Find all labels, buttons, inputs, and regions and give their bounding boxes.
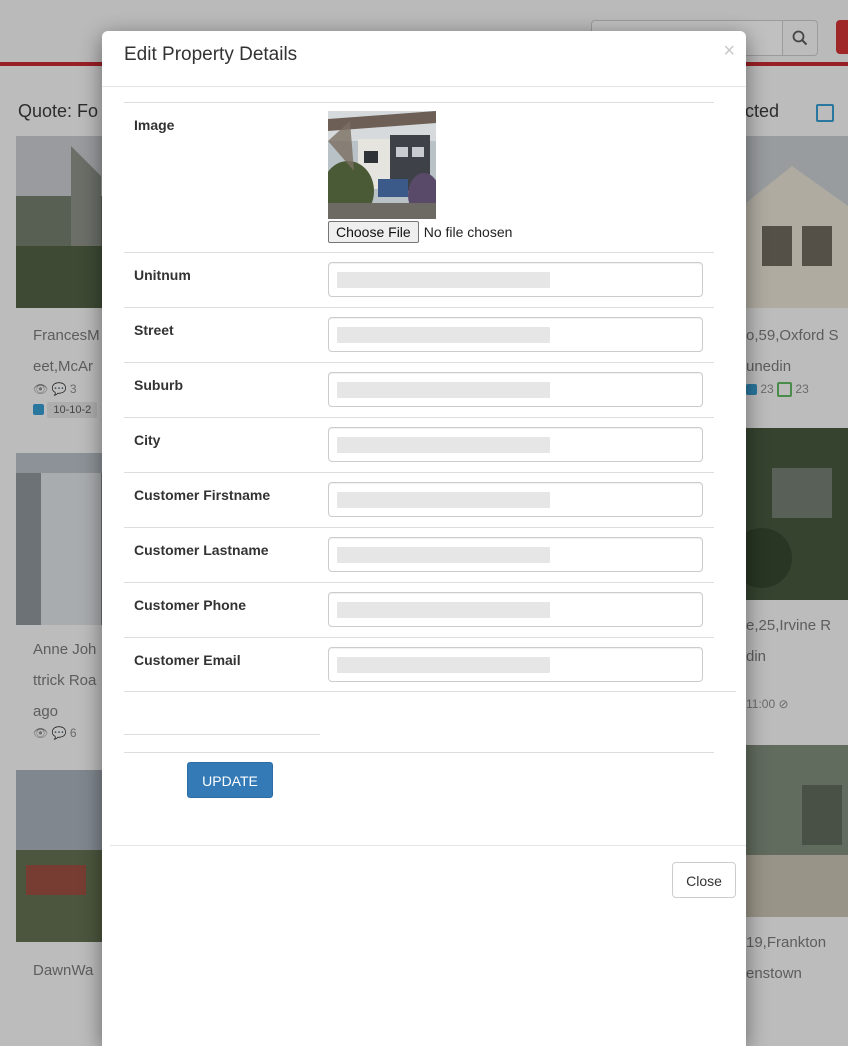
close-icon[interactable]: ×: [723, 41, 735, 61]
customer-phone-label: Customer Phone: [134, 597, 247, 613]
customer-email-label: Customer Email: [134, 652, 241, 668]
redacted-value: [337, 437, 550, 453]
close-button[interactable]: Close: [672, 862, 736, 898]
unitnum-label: Unitnum: [134, 267, 191, 283]
redacted-value: [337, 602, 550, 618]
form-row-customer-firstname: Customer Firstname: [124, 473, 714, 528]
form-row-street: Street: [124, 308, 714, 363]
customer-firstname-label: Customer Firstname: [134, 487, 271, 503]
customer-firstname-input[interactable]: [328, 482, 703, 517]
form-row-city: City: [124, 418, 714, 473]
modal-footer-divider: [110, 845, 746, 846]
city-input[interactable]: [328, 427, 703, 462]
choose-file-button[interactable]: Choose File: [328, 221, 419, 243]
edit-property-modal: Edit Property Details × Image Choose Fil…: [102, 31, 746, 1046]
redacted-value: [337, 492, 550, 508]
customer-lastname-label: Customer Lastname: [134, 542, 269, 558]
form-row-customer-phone: Customer Phone: [124, 583, 714, 638]
modal-title: Edit Property Details: [124, 44, 298, 65]
modal-header: Edit Property Details ×: [102, 31, 746, 87]
street-input[interactable]: [328, 317, 703, 352]
form-row-suburb: Suburb: [124, 363, 714, 418]
street-label: Street: [134, 322, 174, 338]
redacted-value: [337, 657, 550, 673]
suburb-label: Suburb: [134, 377, 183, 393]
divider: [124, 691, 736, 692]
form-row-image: Image Choose File No file chosen: [124, 103, 714, 253]
city-label: City: [134, 432, 161, 448]
redacted-value: [337, 327, 550, 343]
redacted-value: [337, 272, 550, 288]
image-label: Image: [134, 117, 175, 133]
form-row-customer-lastname: Customer Lastname: [124, 528, 714, 583]
form-row-unitnum: Unitnum: [124, 253, 714, 308]
redacted-value: [337, 547, 550, 563]
property-form: Image Choose File No file chosen Unitnum…: [124, 102, 714, 692]
file-status: No file chosen: [423, 224, 513, 240]
redacted-value: [337, 382, 550, 398]
file-input[interactable]: Choose File No file chosen: [328, 221, 512, 243]
unitnum-input[interactable]: [328, 262, 703, 297]
update-button[interactable]: UPDATE: [187, 762, 273, 798]
property-image-thumbnail: [328, 111, 436, 219]
customer-phone-input[interactable]: [328, 592, 703, 627]
form-row-customer-email: Customer Email: [124, 638, 714, 692]
customer-lastname-input[interactable]: [328, 537, 703, 572]
suburb-input[interactable]: [328, 372, 703, 407]
divider: [124, 752, 714, 753]
divider: [124, 734, 320, 735]
customer-email-input[interactable]: [328, 647, 703, 682]
